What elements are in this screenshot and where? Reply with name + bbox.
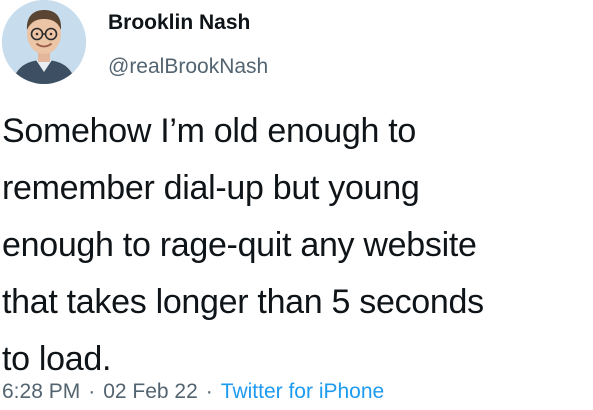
author-name[interactable]: Brooklin Nash — [108, 11, 250, 35]
meta-separator: · — [205, 380, 213, 403]
tweet-text-line: remember dial-up but young — [2, 169, 420, 207]
tweet-text: Somehow I’m old enough to remember dial-… — [2, 103, 590, 388]
tweet-header: Brooklin Nash @realBrookNash — [0, 0, 593, 90]
tweet-date[interactable]: 02 Feb 22 — [103, 380, 198, 403]
tweet-source-link[interactable]: Twitter for iPhone — [221, 380, 384, 403]
author-handle[interactable]: @realBrookNash — [108, 55, 268, 79]
tweet-text-line: that takes longer than 5 seconds — [2, 283, 484, 321]
avatar[interactable] — [2, 0, 86, 84]
meta-separator: · — [88, 380, 96, 403]
tweet-text-line: Somehow I’m old enough to — [2, 112, 416, 150]
person-portrait-icon — [2, 0, 86, 84]
tweet-text-line: enough to rage-quit any website — [2, 226, 477, 264]
tweet-meta: 6:28 PM · 02 Feb 22 · Twitter for iPhone — [2, 380, 384, 404]
tweet-card: Brooklin Nash @realBrookNash Somehow I’m… — [0, 0, 593, 410]
tweet-time[interactable]: 6:28 PM — [2, 380, 80, 403]
